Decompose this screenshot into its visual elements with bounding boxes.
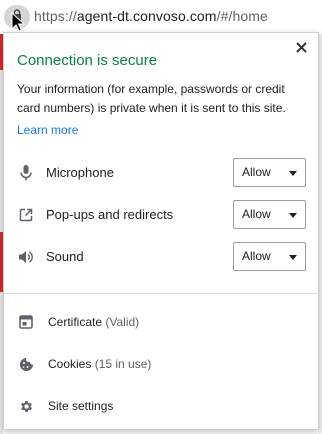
certificate-icon: [17, 313, 35, 331]
select-value: Allow: [242, 249, 271, 263]
certificate-link[interactable]: Certificate (Valid): [4, 305, 320, 339]
section-divider: [4, 293, 320, 294]
certificate-label: Certificate: [48, 315, 103, 329]
microphone-permission-select[interactable]: Allow: [233, 158, 306, 187]
permission-label: Microphone: [46, 165, 114, 180]
permission-label: Sound: [46, 249, 84, 264]
close-icon: [295, 40, 307, 58]
url-host: agent-dt.convoso.com: [76, 8, 217, 24]
cookies-count: (15 in use): [94, 357, 152, 371]
close-button[interactable]: [293, 41, 309, 57]
speaker-icon: [17, 248, 35, 266]
cookies-link[interactable]: Cookies (15 in use): [4, 347, 320, 381]
chevron-down-icon: [289, 213, 297, 218]
select-value: Allow: [242, 207, 271, 221]
chevron-down-icon: [289, 171, 297, 176]
link-label: Cookies (15 in use): [48, 357, 151, 371]
url-path: /#/home: [216, 8, 268, 24]
permission-row-popups: Pop-ups and redirects Allow: [4, 200, 320, 230]
site-info-popup: Connection is secure Your information (f…: [3, 32, 320, 430]
connection-status-title: Connection is secure: [17, 52, 158, 69]
permission-row-sound: Sound Allow: [4, 242, 320, 272]
microphone-icon: [17, 164, 35, 182]
connection-description: Your information (for example, passwords…: [17, 82, 286, 115]
certificate-status: (Valid): [105, 315, 140, 329]
chevron-down-icon: [289, 255, 297, 260]
url-text[interactable]: https://agent-dt.convoso.com/#/home: [34, 8, 268, 24]
sound-permission-select[interactable]: Allow: [233, 242, 306, 271]
link-label: Site settings: [48, 399, 114, 413]
popup-icon: [17, 206, 35, 224]
cookie-icon: [17, 355, 35, 373]
permission-label: Pop-ups and redirects: [46, 207, 174, 222]
link-label: Certificate (Valid): [48, 315, 139, 329]
url-scheme: https://: [34, 8, 77, 24]
select-value: Allow: [242, 165, 271, 179]
permission-row-microphone: Microphone Allow: [4, 158, 320, 188]
gear-icon: [17, 397, 35, 415]
learn-more-link[interactable]: Learn more: [17, 123, 78, 137]
site-settings-link[interactable]: Site settings: [4, 389, 320, 423]
address-bar: https://agent-dt.convoso.com/#/home: [0, 0, 322, 34]
cookies-label: Cookies: [48, 357, 92, 371]
popups-permission-select[interactable]: Allow: [233, 200, 306, 229]
mouse-cursor-icon: [6, 5, 30, 35]
